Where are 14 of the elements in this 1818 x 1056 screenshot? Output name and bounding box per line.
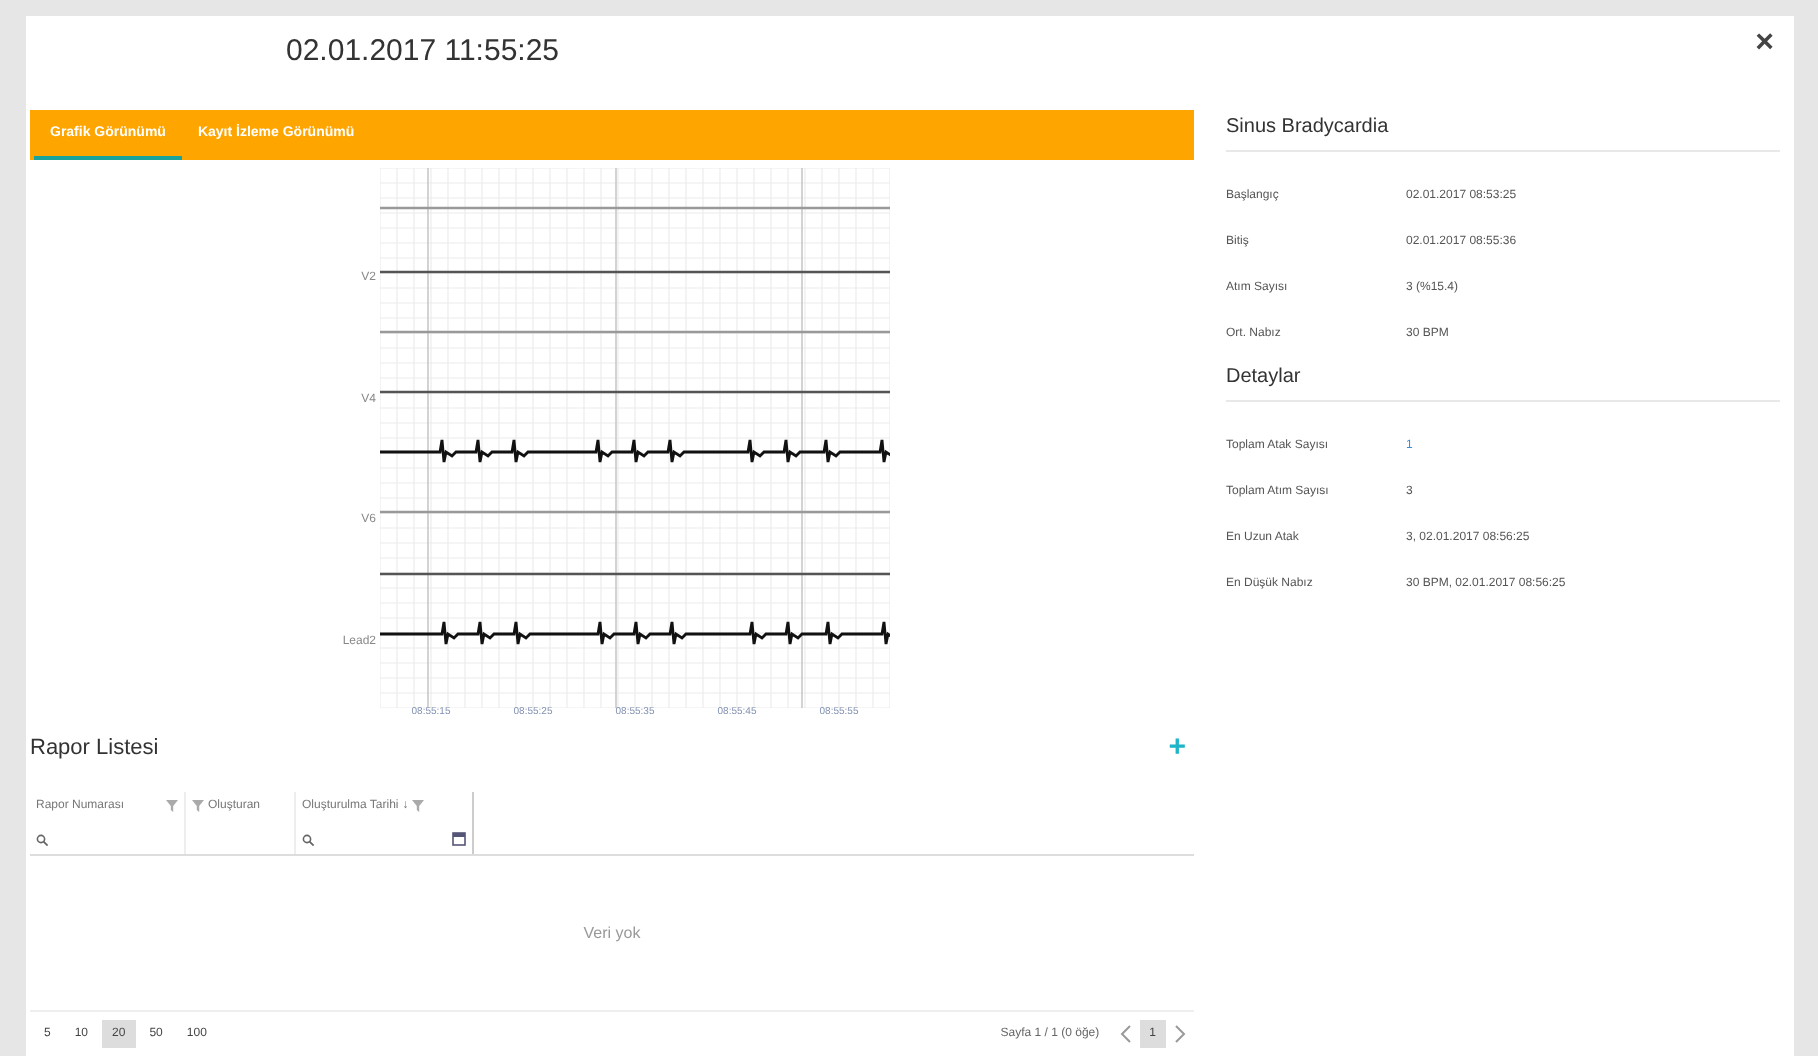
- section-title: Sinus Bradycardia: [1226, 110, 1780, 152]
- section-title: Rapor Listesi: [30, 735, 159, 759]
- previous-page-button[interactable]: [1115, 1024, 1136, 1044]
- filter-icon[interactable]: [192, 800, 204, 812]
- close-button[interactable]: ×: [1743, 24, 1786, 64]
- filter-icon[interactable]: [412, 800, 425, 812]
- search-icon: [36, 834, 48, 846]
- filter-icon[interactable]: [166, 800, 178, 812]
- calendar-icon[interactable]: [452, 832, 466, 846]
- empty-message: Veri yok: [583, 924, 641, 942]
- window-title: 02.01.2017 11:55:25: [286, 34, 560, 68]
- section-title: Detaylar: [1226, 360, 1780, 402]
- search-icon: [302, 833, 314, 845]
- next-page-button[interactable]: [1170, 1024, 1190, 1044]
